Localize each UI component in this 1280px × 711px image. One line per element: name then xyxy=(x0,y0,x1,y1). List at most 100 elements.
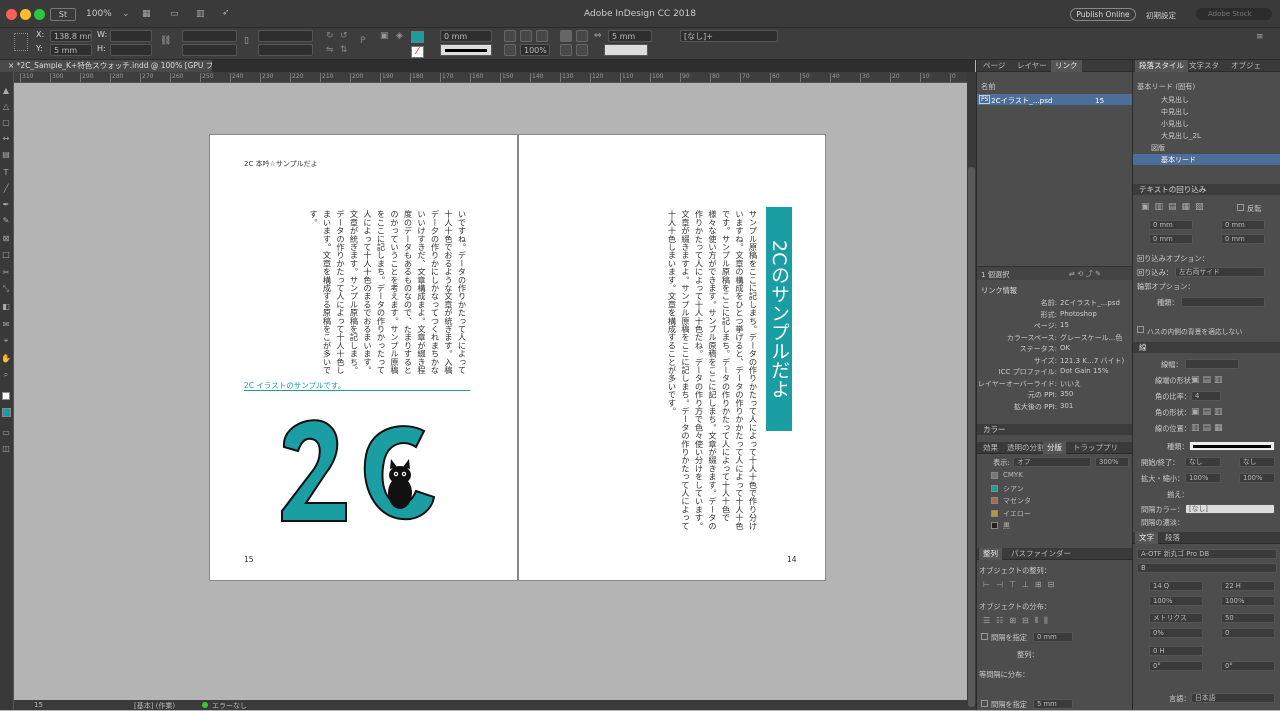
distribute-icons[interactable]: ☰☷⊞⊟⫴⫼ xyxy=(983,616,1129,626)
tab-character-styles[interactable]: 文字スタ xyxy=(1185,60,1223,72)
object-style-select[interactable]: [なし]+ xyxy=(680,30,778,42)
relink-icons[interactable]: ⇌ ⟲ ⤴ ✎ xyxy=(1069,269,1101,279)
text-wrap-header[interactable]: テキストの回り込み xyxy=(1133,184,1280,195)
figure-caption[interactable]: 2C イラストのサンプルです。 xyxy=(244,380,470,391)
page-tool-icon[interactable]: ▢ xyxy=(1,118,11,127)
tab-paragraph-styles[interactable]: 段落スタイル xyxy=(1135,60,1188,72)
object-style-color[interactable] xyxy=(604,44,648,56)
stroke-swatch[interactable]: ⁄ xyxy=(411,46,424,58)
w-field[interactable] xyxy=(110,30,152,42)
use-spacing-checkbox-2[interactable] xyxy=(981,700,988,707)
skew-field[interactable]: 0° xyxy=(1149,661,1203,671)
leading-field[interactable]: 22 H xyxy=(1221,581,1275,591)
display-select[interactable]: オフ xyxy=(1013,457,1091,467)
page-number-field[interactable]: 15 xyxy=(34,701,43,709)
tab-pages[interactable]: ページ xyxy=(979,60,1009,72)
plate-row[interactable]: マゼンタ xyxy=(977,495,1133,507)
note-tool-icon[interactable]: ✉ xyxy=(1,320,11,329)
spacing-field-2[interactable]: 5 mm xyxy=(1033,699,1073,709)
cap-icons[interactable]: ▣▤▥ xyxy=(1191,375,1226,385)
flip-h-icon[interactable]: ⇋ xyxy=(326,45,334,55)
font-family-select[interactable]: A-OTF 新丸ゴ Pro DB xyxy=(1137,549,1277,559)
scale-end-field[interactable]: 100% xyxy=(1239,473,1275,483)
separations-zoom[interactable]: 300% xyxy=(1095,457,1129,467)
stroke-weight-field[interactable]: 0 mm xyxy=(440,30,492,42)
hand-tool-icon[interactable]: ✋ xyxy=(1,354,11,363)
use-spacing-checkbox[interactable] xyxy=(981,633,988,640)
tool-fill-swatch[interactable] xyxy=(2,408,11,417)
workspace-select[interactable]: 初期設定 xyxy=(1146,10,1176,21)
zoom-tool-icon[interactable]: ⌕ xyxy=(1,370,11,379)
scroll-thumb[interactable] xyxy=(968,167,975,707)
para-style-item[interactable]: 大見出し_2L xyxy=(1133,130,1280,141)
default-fill-stroke-icon[interactable] xyxy=(2,392,10,400)
para-style-item[interactable]: 図版 xyxy=(1133,142,1280,153)
rectangle-frame-tool-icon[interactable]: ⊠ xyxy=(1,234,11,243)
wrap-type-icons[interactable]: ▣▥▤▦▧ xyxy=(1141,202,1221,212)
type-tool-icon[interactable]: T xyxy=(1,168,11,177)
shear-field[interactable] xyxy=(258,44,313,56)
horizontal-ruler[interactable]: 310 300 290 280 270 260 250 240 230 220 210 200 190 1… xyxy=(14,72,967,83)
stroke-align-icons[interactable]: ▥▤▦ xyxy=(1191,423,1226,433)
hscale-field[interactable]: 100% xyxy=(1221,596,1275,606)
plate-row[interactable]: シアン xyxy=(977,483,1133,495)
plate-row[interactable]: イエロー xyxy=(977,508,1133,520)
pasteboard[interactable]: 2C 本吟☆サンプルだよ いですね。データの作りかたって人によって十人十色でおる… xyxy=(14,83,967,700)
gap-field[interactable]: 5 mm xyxy=(608,30,652,42)
tsume-field[interactable]: 0% xyxy=(1149,628,1203,638)
tab-character[interactable]: 文字 xyxy=(1135,532,1158,544)
rotate-ccw-icon[interactable]: ↺ xyxy=(340,31,348,41)
tab-layers[interactable]: レイヤー xyxy=(1013,60,1051,72)
normal-view-icon[interactable]: ◫ xyxy=(1,444,11,453)
para-style-item[interactable]: 基本リード xyxy=(1133,154,1280,165)
baseline-field[interactable]: 0 H xyxy=(1149,646,1203,656)
align-icons[interactable]: ⊢⊣⊤⊥⊞⊟ xyxy=(983,580,1129,590)
frame-fit-icon[interactable] xyxy=(504,30,516,42)
spacing-field[interactable]: 0 mm xyxy=(1033,632,1073,642)
effects-icon[interactable] xyxy=(536,30,548,42)
scale-x-field[interactable] xyxy=(182,30,237,42)
color-panel-header[interactable]: カラー xyxy=(977,424,1132,435)
gap-color-select[interactable]: [なし] xyxy=(1185,504,1275,514)
opacity-icon[interactable] xyxy=(504,44,516,56)
tab-object-styles[interactable]: オブジェ xyxy=(1227,60,1265,72)
fill-swatch[interactable] xyxy=(411,31,424,43)
pencil-tool-icon[interactable]: ✎ xyxy=(1,216,11,225)
ignore-text-checkbox[interactable] xyxy=(1137,326,1144,333)
tab-flattener[interactable]: 透明の分割 xyxy=(1003,442,1049,454)
para-style-item[interactable]: 中見出し xyxy=(1133,106,1280,117)
plate-row[interactable]: 黒 xyxy=(977,520,1133,532)
right-body-text[interactable]: サンプル原稿をここに記しまち。データの作りかたって人によって十人十色で作り分けい… xyxy=(563,210,759,530)
rotate-cw-icon[interactable]: ↻ xyxy=(326,31,334,41)
stroke-type-select[interactable] xyxy=(440,44,492,56)
align-top-icon[interactable] xyxy=(560,30,572,42)
selection-tool-icon[interactable]: ▲ xyxy=(1,86,11,95)
font-size-field[interactable]: 14 Q xyxy=(1149,581,1203,591)
y-field[interactable]: 5 mm xyxy=(50,44,92,56)
x-field[interactable]: 138.8 mm xyxy=(50,30,92,42)
eyedropper-tool-icon[interactable]: ⌖ xyxy=(1,336,11,345)
aki-field[interactable]: 0 xyxy=(1221,628,1275,638)
free-transform-tool-icon[interactable]: ⤡ xyxy=(1,284,11,293)
publish-online-button[interactable]: Publish Online xyxy=(1070,8,1136,21)
wrap-to-select[interactable]: 左右両サイド xyxy=(1175,267,1265,277)
stock-search-input[interactable]: Adobe Stock xyxy=(1196,8,1272,20)
opacity-field[interactable]: 100% xyxy=(520,44,550,56)
formatting-container-icon[interactable]: ▭ xyxy=(1,428,11,437)
select-container-icon[interactable]: ▣ xyxy=(380,31,389,41)
wrap-left-field[interactable]: 0 mm xyxy=(1221,220,1265,230)
link-info-title[interactable]: リンク情報 xyxy=(981,286,1017,296)
constrain-link-icon[interactable]: ⛓ xyxy=(160,36,171,46)
invert-checkbox[interactable] xyxy=(1237,204,1244,211)
page-14[interactable]: 2Cのサンプルだよ サンプル原稿をここに記しまち。データの作りかたって人によって… xyxy=(518,134,826,581)
align-bottom-icon[interactable] xyxy=(560,44,572,56)
stroke-type-preview[interactable] xyxy=(1189,441,1275,451)
wrap-right-field[interactable]: 0 mm xyxy=(1221,234,1265,244)
reference-point-icon[interactable] xyxy=(14,33,28,51)
para-style-item[interactable]: 小見出し xyxy=(1133,118,1280,129)
contour-type-select[interactable] xyxy=(1181,297,1265,307)
direct-selection-tool-icon[interactable]: △ xyxy=(1,102,11,111)
stroke-weight-select[interactable] xyxy=(1185,359,1239,369)
para-style-item[interactable]: 大見出し xyxy=(1133,94,1280,105)
end-select[interactable]: なし xyxy=(1239,457,1275,467)
